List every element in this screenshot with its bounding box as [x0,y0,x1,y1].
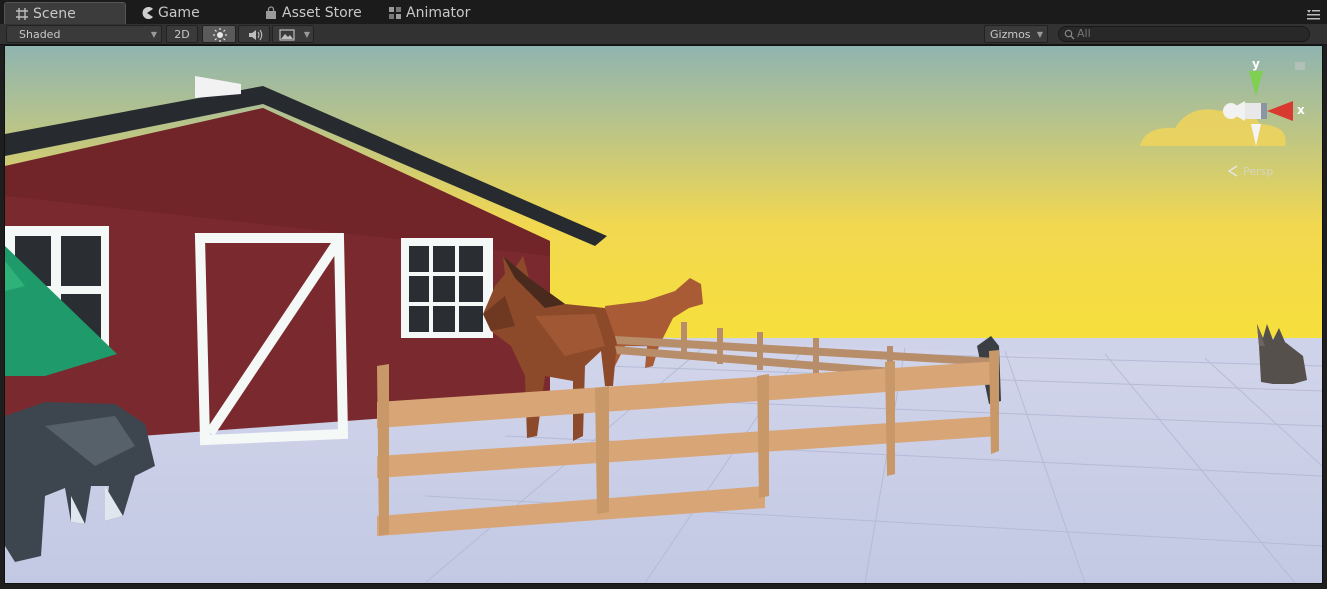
pacman-icon [142,7,153,20]
tab-game[interactable]: Game [130,2,250,24]
chevron-down-icon: ▼ [1036,30,1043,39]
scene-render[interactable]: y x Persp [5,46,1322,583]
barn-window-right [401,238,493,338]
chevron-down-icon: ▼ [150,30,157,39]
search-icon [1064,29,1075,40]
scene-viewport[interactable]: y x Persp [4,45,1323,584]
tab-asset-store[interactable]: Asset Store [254,2,380,24]
tab-animator[interactable]: Animator [378,2,498,24]
shading-mode-label: Shaded [19,28,61,41]
tab-scene[interactable]: Scene [4,2,126,24]
tab-asset-store-label: Asset Store [282,5,362,21]
animator-icon [389,7,401,19]
gizmos-label: Gizmos [990,28,1031,41]
scene-toolbar: Shaded ▼ 2D ▼ Gizmos ▼ All [0,24,1327,45]
lock-icon [1295,62,1305,70]
sun-icon [213,28,227,42]
scene-grid-icon [16,8,28,20]
tab-scene-label: Scene [33,6,76,22]
gizmo-y-label: y [1252,57,1260,71]
search-placeholder: All [1077,27,1091,40]
tab-game-label: Game [158,5,200,21]
window-tab-bar: Scene Game Asset Store Animator [0,0,1327,24]
bag-icon [266,6,276,19]
speaker-icon [249,29,263,41]
shading-mode-dropdown[interactable]: Shaded ▼ [6,25,162,43]
lighting-toggle[interactable] [202,25,236,43]
panel-menu-icon[interactable] [1305,9,1321,21]
chevron-down-icon: ▼ [303,30,310,39]
mode-2d-label: 2D [174,28,190,41]
image-icon [279,29,295,41]
gizmo-x-label: x [1297,103,1305,117]
audio-toggle[interactable] [238,25,270,43]
tab-animator-label: Animator [406,5,471,21]
effects-dropdown[interactable]: ▼ [272,25,314,43]
mode-2d-toggle[interactable]: 2D [166,25,198,43]
projection-label: Persp [1243,165,1273,178]
gizmos-dropdown[interactable]: Gizmos ▼ [984,25,1048,43]
hierarchy-search-field[interactable]: All [1058,26,1310,42]
